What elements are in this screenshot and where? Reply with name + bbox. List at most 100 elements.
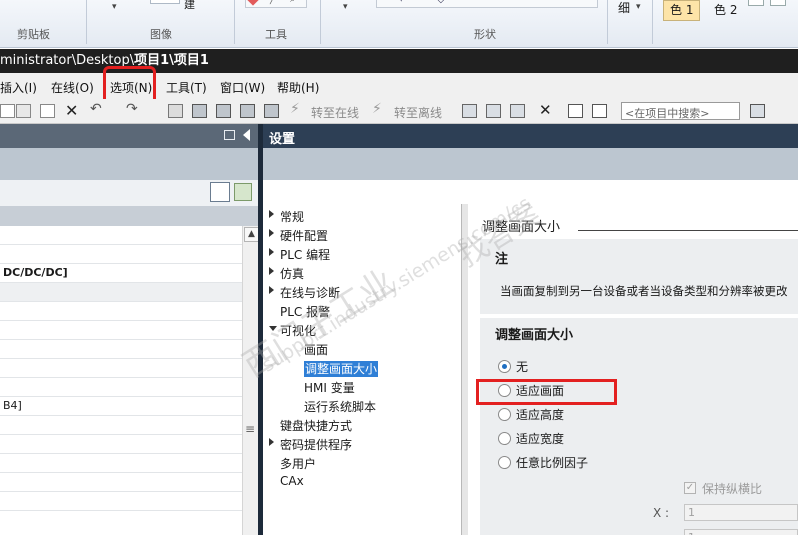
callout-icon[interactable]: ◇ bbox=[437, 0, 445, 5]
nav-item[interactable]: 多用户 bbox=[269, 455, 316, 472]
close-tab-icon[interactable]: ✕ bbox=[539, 101, 552, 119]
project-tree-row[interactable] bbox=[0, 473, 242, 492]
project-tree-row[interactable] bbox=[0, 321, 242, 340]
chevron-down-icon[interactable]: ▾ bbox=[343, 2, 348, 12]
color1-button[interactable]: 色 1 bbox=[663, 0, 701, 21]
nav-scrollbar[interactable] bbox=[461, 204, 468, 535]
stop-cpu-icon[interactable] bbox=[510, 104, 525, 118]
nav-item[interactable]: 调整画面大小 bbox=[293, 360, 379, 377]
radio-fit-height[interactable] bbox=[498, 408, 511, 421]
project-tree-row[interactable] bbox=[0, 378, 242, 397]
color-swatch[interactable] bbox=[748, 0, 764, 6]
simulation-icon[interactable] bbox=[240, 104, 255, 118]
collapsed-arrow-icon[interactable] bbox=[269, 229, 274, 237]
collapsed-arrow-icon[interactable] bbox=[269, 438, 274, 446]
collapsed-arrow-icon[interactable] bbox=[269, 248, 274, 256]
copy-icon[interactable] bbox=[40, 104, 55, 118]
download-icon[interactable] bbox=[192, 104, 207, 118]
project-tree-row[interactable] bbox=[0, 435, 242, 454]
project-tree-row[interactable] bbox=[0, 416, 242, 435]
redo-icon[interactable]: ↷ bbox=[126, 101, 138, 117]
color2-button[interactable]: 色 2 bbox=[707, 0, 744, 21]
radio-none[interactable] bbox=[498, 360, 511, 373]
accessible-devices-icon[interactable] bbox=[462, 104, 477, 118]
nav-item[interactable]: 在线与诊断 bbox=[269, 284, 340, 301]
collapse-left-icon[interactable] bbox=[243, 129, 250, 141]
project-tree-row[interactable] bbox=[0, 454, 242, 473]
nav-item[interactable]: PLC 报警 bbox=[269, 303, 330, 320]
menu-online[interactable]: 在线(O) bbox=[51, 79, 94, 96]
cut-icon[interactable] bbox=[16, 104, 31, 118]
go-offline-icon[interactable]: ⚡ bbox=[372, 101, 382, 117]
collapsed-arrow-icon[interactable] bbox=[269, 286, 274, 294]
export-icon[interactable] bbox=[234, 183, 252, 201]
radio-custom-scale[interactable] bbox=[498, 456, 511, 469]
x-scale-field[interactable]: 1 bbox=[684, 504, 798, 521]
star-icon[interactable]: ✦ bbox=[397, 0, 405, 5]
go-online-button[interactable]: 转至在线 bbox=[311, 104, 359, 121]
layout-toggle-icon[interactable] bbox=[224, 130, 235, 140]
nav-item[interactable]: CAx bbox=[269, 474, 304, 488]
menu-tools[interactable]: 工具(T) bbox=[166, 79, 207, 96]
runtime-icon[interactable] bbox=[264, 104, 279, 118]
project-tree-row[interactable] bbox=[0, 245, 242, 264]
eyedropper-icon[interactable]: ╱ bbox=[270, 0, 275, 5]
delete-icon[interactable]: ✕ bbox=[65, 101, 78, 120]
start-cpu-icon[interactable] bbox=[486, 104, 501, 118]
radio-fit-width-label[interactable]: 适应宽度 bbox=[516, 430, 564, 447]
table-view-icon[interactable] bbox=[210, 182, 230, 202]
rotate-label[interactable]: 建 bbox=[184, 0, 195, 12]
keep-ratio-checkbox[interactable]: ✓ bbox=[684, 482, 696, 494]
project-tree-row[interactable] bbox=[0, 283, 242, 302]
project-tree-row[interactable] bbox=[0, 492, 242, 511]
go-online-icon[interactable]: ⚡ bbox=[290, 101, 300, 117]
scroll-grip-icon[interactable]: ≡ bbox=[245, 422, 255, 436]
project-tree-row[interactable]: DC/DC/DC] bbox=[0, 264, 242, 283]
tools-panel[interactable]: ╱ ⌕ bbox=[245, 0, 307, 8]
go-offline-button[interactable]: 转至离线 bbox=[394, 104, 442, 121]
nav-item[interactable]: HMI 变量 bbox=[293, 379, 355, 396]
nav-item[interactable]: 运行系统脚本 bbox=[293, 398, 376, 415]
project-tree-row[interactable] bbox=[0, 226, 242, 245]
radio-fit-height-label[interactable]: 适应高度 bbox=[516, 406, 564, 423]
undo-icon[interactable]: ↶ bbox=[90, 101, 102, 117]
nav-item[interactable]: 仿真 bbox=[269, 265, 304, 282]
project-search-input[interactable]: <在项目中搜索> bbox=[621, 102, 740, 120]
magnifier-icon[interactable]: ⌕ bbox=[290, 0, 295, 5]
upload-icon[interactable] bbox=[216, 104, 231, 118]
project-tree-row[interactable]: B4] bbox=[0, 397, 242, 416]
split-vertical-icon[interactable] bbox=[592, 104, 607, 118]
nav-item[interactable]: 键盘快捷方式 bbox=[269, 417, 352, 434]
y-scale-field[interactable]: 1 bbox=[684, 529, 798, 535]
crop-tool[interactable] bbox=[150, 0, 180, 4]
thickness-label[interactable]: 细 bbox=[618, 0, 630, 16]
collapsed-arrow-icon[interactable] bbox=[269, 267, 274, 275]
chevron-down-icon[interactable]: ▾ bbox=[636, 2, 641, 12]
split-horizontal-icon[interactable] bbox=[568, 104, 583, 118]
project-tree-row[interactable] bbox=[0, 359, 242, 378]
scroll-up-icon[interactable]: ▲ bbox=[244, 227, 259, 242]
save-icon[interactable] bbox=[0, 104, 15, 118]
shapes-gallery[interactable]: ✦ ◇ bbox=[376, 0, 598, 8]
pencil-icon[interactable] bbox=[247, 0, 259, 6]
project-tree-row[interactable] bbox=[0, 302, 242, 321]
radio-none-label[interactable]: 无 bbox=[516, 358, 528, 375]
nav-item[interactable]: 硬件配置 bbox=[269, 227, 328, 244]
nav-item[interactable]: 常规 bbox=[269, 208, 304, 225]
nav-item[interactable]: 密码提供程序 bbox=[269, 436, 352, 453]
radio-custom-scale-label[interactable]: 任意比例因子 bbox=[516, 454, 588, 471]
radio-fit-width[interactable] bbox=[498, 432, 511, 445]
nav-item[interactable]: PLC 编程 bbox=[269, 246, 330, 263]
menu-window[interactable]: 窗口(W) bbox=[220, 79, 265, 96]
menu-help[interactable]: 帮助(H) bbox=[277, 79, 319, 96]
nav-item[interactable]: 画面 bbox=[293, 341, 328, 358]
search-icon[interactable] bbox=[750, 104, 765, 118]
collapsed-arrow-icon[interactable] bbox=[269, 210, 274, 218]
color-swatch[interactable] bbox=[770, 0, 786, 6]
compile-icon[interactable] bbox=[168, 104, 183, 118]
chevron-down-icon[interactable]: ▾ bbox=[112, 2, 117, 12]
project-tree-row[interactable] bbox=[0, 340, 242, 359]
nav-item[interactable]: 可视化 bbox=[269, 322, 316, 339]
menu-insert[interactable]: 插入(I) bbox=[0, 79, 37, 96]
expanded-arrow-icon[interactable] bbox=[269, 326, 277, 331]
